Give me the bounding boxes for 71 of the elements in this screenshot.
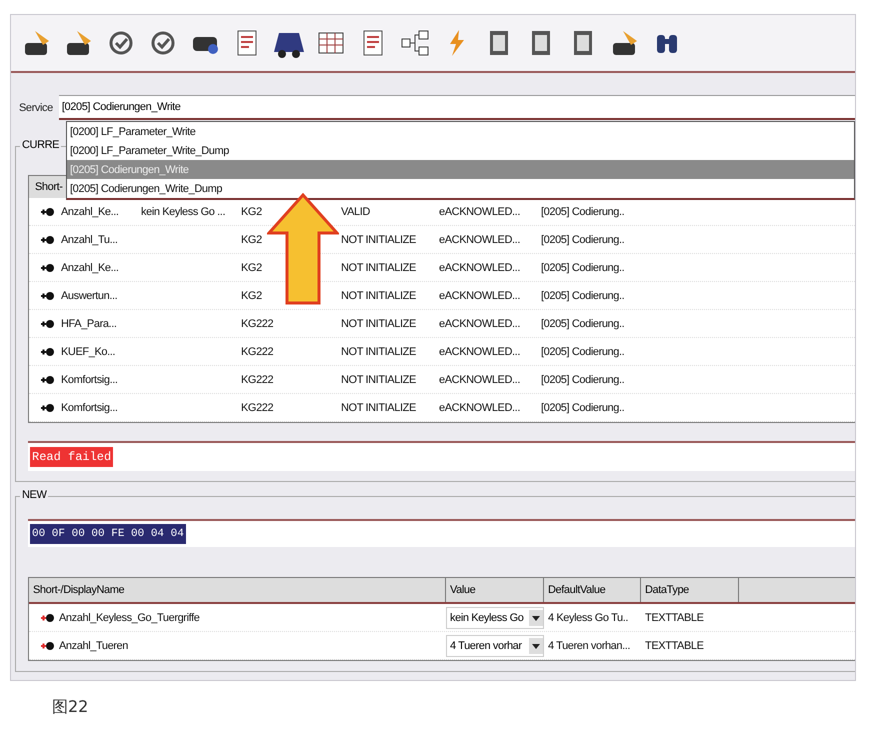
table-cell-text: NOT INITIALIZE	[341, 346, 417, 358]
table-cell-text: NOT INITIALIZE	[341, 402, 417, 414]
table-cell: Anzahl_Tueren	[59, 640, 128, 652]
table-cell-text: TEXTTABLE	[644, 640, 705, 652]
table-cell-text: KG2	[241, 262, 263, 274]
table-cell-text: [0205] Codierung..	[541, 234, 626, 246]
table-cell-text: KG222	[241, 346, 274, 358]
service-combo-box[interactable]: [0205] Codierungen_Write	[58, 95, 855, 120]
table-cell-text: KG2	[241, 290, 263, 302]
node-icon	[41, 640, 55, 650]
node-icon	[41, 402, 55, 412]
table-cell-text: VALID	[341, 206, 371, 218]
table-cell-text: KG222	[241, 402, 274, 414]
table-cell-text: KUEF_Ko...	[61, 346, 116, 358]
table-cell-text: eACKNOWLED...	[439, 290, 521, 302]
table-cell-text: 4 Keyless Go Tu..	[547, 612, 630, 624]
table-cell-text: eACKNOWLED...	[439, 234, 521, 246]
table-cell-text: KG222	[241, 374, 274, 386]
table-cell-text: KG2	[241, 234, 263, 246]
table-cell-text: [0205] Codierung..	[541, 318, 626, 330]
column-header: DefaultValue	[544, 578, 641, 602]
table-cell-text: eACKNOWLED...	[439, 262, 521, 274]
column-header: Short-/DisplayName	[29, 578, 446, 602]
error-message: Read failed	[30, 447, 114, 467]
table-cell-text: HFA_Para...	[61, 318, 118, 330]
table-cell-text: NOT INITIALIZE	[341, 262, 417, 274]
value-dropdown[interactable]: 4 Tueren vorhar	[446, 634, 544, 656]
table-cell-text: [0205] Codierung..	[541, 402, 626, 414]
table-cell-text: KG2	[241, 206, 263, 218]
table-cell-text: KG222	[241, 318, 274, 330]
table-cell-text: eACKNOWLED...	[439, 206, 521, 218]
node-icon	[41, 612, 55, 622]
table-cell-text: Anzahl_Ke...	[61, 262, 120, 274]
table-cell-text: 4 Tueren vorhan...	[547, 640, 632, 652]
table-cell-text: NOT INITIALIZE	[341, 374, 417, 386]
node-icon	[41, 234, 55, 244]
figure-caption: 图22	[52, 697, 90, 718]
node-icon	[41, 262, 55, 272]
table-cell-text: [0205] Codierung..	[541, 262, 626, 274]
value-dropdown[interactable]: kein Keyless Go	[446, 606, 544, 628]
table-cell-text: eACKNOWLED...	[439, 374, 521, 386]
node-icon	[41, 346, 55, 356]
table-cell-text: Anzahl_Ke...	[61, 206, 120, 218]
table-cell-text: Komfortsig...	[61, 402, 119, 414]
table-cell-text: [0205] Codierung..	[541, 206, 626, 218]
node-icon	[41, 206, 55, 216]
table-cell-text: TEXTTABLE	[644, 612, 705, 624]
table-cell: Anzahl_Keyless_Go_Tuergriffe	[59, 612, 200, 624]
table-cell-text: [0205] Codierung..	[541, 346, 626, 358]
column-header: Value	[446, 578, 544, 602]
table-cell-text: Komfortsig...	[61, 374, 119, 386]
table-cell-text: Auswertun...	[61, 290, 118, 302]
service-label: Service	[19, 102, 53, 114]
table-cell-text: eACKNOWLED...	[439, 318, 521, 330]
hex-field[interactable]: 00 0F 00 00 FE 00 04 04	[28, 519, 855, 547]
table-cell-text: [0205] Codierung..	[541, 290, 626, 302]
table-cell-text: eACKNOWLED...	[439, 402, 521, 414]
node-icon	[41, 318, 55, 328]
table-cell-text: NOT INITIALIZE	[341, 234, 417, 246]
column-header: DataType	[641, 578, 739, 602]
node-icon	[41, 290, 55, 300]
group-title: CURRE	[20, 139, 62, 151]
group-title: NEW	[20, 489, 48, 501]
table-cell-text: kein Keyless Go ...	[141, 206, 226, 218]
table-cell-text: eACKNOWLED...	[439, 346, 521, 358]
table-cell-text: Anzahl_Tu...	[61, 234, 119, 246]
table-cell-text: NOT INITIALIZE	[341, 290, 417, 302]
table-cell-text: [0205] Codierung..	[541, 374, 626, 386]
node-icon	[41, 374, 55, 384]
table-cell-text: NOT INITIALIZE	[341, 318, 417, 330]
hex-value: 00 0F 00 00 FE 00 04 04	[30, 524, 186, 544]
